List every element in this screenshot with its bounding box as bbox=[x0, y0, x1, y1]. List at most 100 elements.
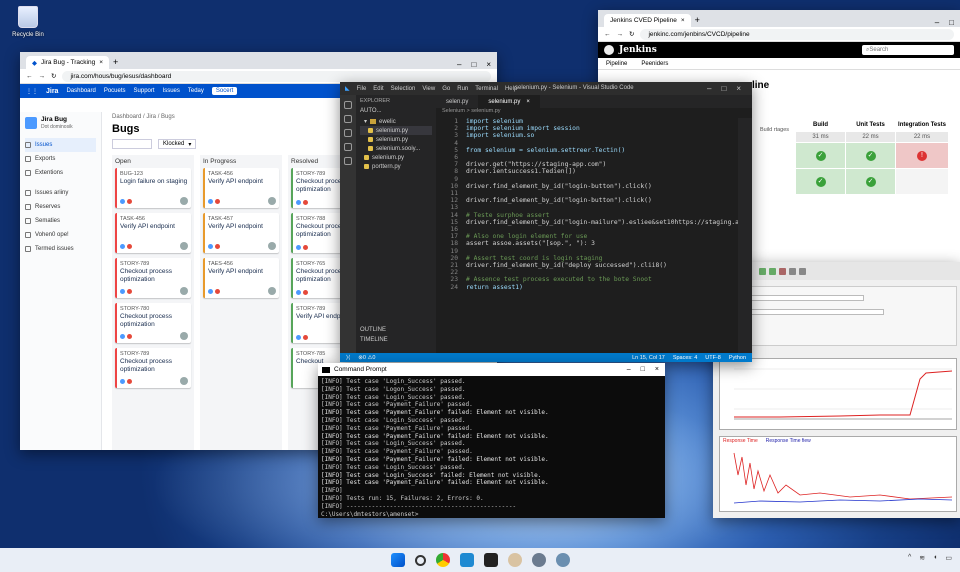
board-search-input[interactable] bbox=[112, 139, 152, 149]
forward-icon[interactable]: → bbox=[39, 73, 46, 80]
maximize-icon[interactable]: □ bbox=[641, 366, 645, 373]
menu-run[interactable]: Run bbox=[457, 86, 468, 92]
menu-terminal[interactable]: Terminal bbox=[475, 86, 498, 92]
crumb-peeniders[interactable]: Peeniders bbox=[641, 61, 668, 67]
play-icon[interactable] bbox=[769, 267, 776, 275]
sidebar-item-reserves[interactable]: Reserves bbox=[25, 200, 96, 214]
stage-cell[interactable]: ✓ bbox=[846, 142, 895, 168]
file-item[interactable]: selenium.py bbox=[360, 126, 432, 135]
reload-icon[interactable]: ↻ bbox=[51, 72, 56, 80]
stage-cell-failed[interactable]: ! bbox=[896, 142, 948, 168]
crumb-pipeline[interactable]: Pipeline bbox=[606, 61, 627, 67]
start-icon[interactable] bbox=[390, 553, 405, 567]
reload-icon[interactable]: ↻ bbox=[629, 30, 634, 38]
sidebar-item-issues-ariiny[interactable]: Issues ariiny bbox=[25, 186, 96, 200]
sidebar-item-issues[interactable]: Issues bbox=[25, 138, 96, 152]
nav-dashboard[interactable]: Dashboard bbox=[66, 88, 95, 94]
explorer-icon[interactable] bbox=[344, 101, 352, 109]
issue-card[interactable]: BUG-123 Login failure on staging bbox=[115, 168, 191, 208]
encoding[interactable]: UTF-8 bbox=[705, 355, 721, 361]
menu-view[interactable]: View bbox=[422, 86, 435, 92]
volume-icon[interactable]: ◖ bbox=[933, 554, 937, 562]
url-field[interactable]: jira.com/hous/bug/iesus/dashboard bbox=[62, 70, 491, 82]
minimize-icon[interactable]: – bbox=[935, 18, 939, 27]
filter-select[interactable]: Klocked ▾ bbox=[158, 139, 197, 149]
issue-card[interactable]: TASK-456 Verify API endpoint bbox=[115, 213, 191, 253]
jenkins-search-input[interactable]: ⌕ Search bbox=[862, 45, 954, 55]
editor-tab[interactable]: selen.py bbox=[436, 95, 478, 108]
new-tab-icon[interactable]: + bbox=[695, 15, 700, 25]
outline-section[interactable]: OUTLINE bbox=[360, 327, 386, 333]
recycle-bin[interactable]: Recycle Bin bbox=[4, 6, 52, 38]
minimize-icon[interactable]: – bbox=[707, 84, 711, 93]
jenkins-icon[interactable] bbox=[507, 553, 522, 567]
issue-card[interactable]: TASK-457 Verify API endpoint bbox=[203, 213, 279, 253]
sidebar-item-sematies[interactable]: Sematies bbox=[25, 214, 96, 228]
wifi-icon[interactable]: ≋ bbox=[919, 554, 925, 562]
source-control-icon[interactable] bbox=[344, 129, 352, 137]
close-tab-icon[interactable]: × bbox=[99, 59, 103, 66]
tool-icon[interactable] bbox=[789, 267, 796, 275]
chrome-icon[interactable] bbox=[435, 553, 450, 567]
search-icon[interactable] bbox=[414, 554, 426, 566]
url-field[interactable]: jenkinc.com/jenbins/CVCD/pipeline bbox=[640, 28, 954, 40]
folder-item[interactable]: ▾ ewelic bbox=[360, 117, 432, 126]
nav-projects[interactable]: Pocuets bbox=[104, 88, 126, 94]
new-tab-icon[interactable]: + bbox=[113, 57, 118, 67]
menu-go[interactable]: Go bbox=[442, 86, 450, 92]
close-icon[interactable]: × bbox=[486, 60, 491, 69]
cmd-output[interactable]: [INFO] Test case 'Login_Success' passed.… bbox=[318, 376, 665, 518]
chevron-up-icon[interactable]: ^ bbox=[908, 554, 911, 562]
nav-support[interactable]: Support bbox=[134, 88, 155, 94]
vscode-icon[interactable] bbox=[459, 553, 474, 567]
browser-tab[interactable]: ◆ Jira Bug - Tracking × bbox=[26, 56, 109, 69]
search-icon[interactable] bbox=[344, 115, 352, 123]
close-icon[interactable]: × bbox=[736, 84, 741, 93]
stop-icon[interactable] bbox=[779, 267, 786, 275]
nav-teday[interactable]: Teday bbox=[188, 88, 204, 94]
menu-selection[interactable]: Selection bbox=[391, 86, 416, 92]
maximize-icon[interactable]: □ bbox=[949, 18, 954, 27]
close-tab-icon[interactable]: × bbox=[681, 17, 685, 24]
minimize-icon[interactable]: – bbox=[627, 366, 631, 373]
extensions-icon[interactable] bbox=[344, 157, 352, 165]
errors-icon[interactable]: ⊗0 ⚠0 bbox=[358, 355, 375, 361]
issue-card[interactable]: STORY-789 Checkout process optimization bbox=[115, 258, 191, 298]
sidebar-item-extentions[interactable]: Extentions bbox=[25, 166, 96, 180]
file-item[interactable]: selenium.py bbox=[360, 135, 432, 144]
explorer-root[interactable]: AUTO... bbox=[360, 108, 432, 117]
stage-cell[interactable]: ✓ bbox=[796, 168, 845, 194]
create-button[interactable]: Socert bbox=[211, 87, 238, 95]
indentation[interactable]: Spaces: 4 bbox=[673, 355, 697, 361]
back-icon[interactable]: ← bbox=[604, 31, 611, 38]
timeline-section[interactable]: TIMELINE bbox=[360, 337, 388, 343]
sidebar-item-vohen[interactable]: Vohen0 ope! bbox=[25, 228, 96, 242]
issue-card[interactable]: TASK-456 Verify API endpoint bbox=[203, 168, 279, 208]
issue-card[interactable]: TAES-456 Verify API endpoint bbox=[203, 258, 279, 298]
forward-icon[interactable]: → bbox=[617, 31, 624, 38]
menu-edit[interactable]: Edit bbox=[373, 86, 383, 92]
maximize-icon[interactable]: □ bbox=[721, 84, 726, 93]
battery-icon[interactable]: ▭ bbox=[945, 554, 952, 562]
jira-logo[interactable]: Jira bbox=[46, 88, 58, 95]
cursor-position[interactable]: Ln 15, Col 17 bbox=[632, 355, 665, 361]
minimap[interactable] bbox=[738, 118, 752, 353]
file-item[interactable]: porttern.py bbox=[360, 162, 432, 171]
browser-tab[interactable]: Jenkins CVED Pipeline × bbox=[604, 14, 691, 27]
app-icon[interactable] bbox=[555, 553, 570, 567]
terminal-icon[interactable] bbox=[483, 553, 498, 567]
stage-cell[interactable]: ✓ bbox=[796, 142, 845, 168]
sidebar-item-termed-issues[interactable]: Termed issues bbox=[25, 242, 96, 256]
editor-tab-active[interactable]: selenium.py × bbox=[478, 95, 540, 108]
menu-file[interactable]: File bbox=[357, 86, 367, 92]
sidebar-item-exports[interactable]: Exports bbox=[25, 152, 96, 166]
code-editor[interactable]: 1 import selenium 2 import selenium import … bbox=[436, 118, 746, 353]
back-icon[interactable]: ← bbox=[26, 73, 33, 80]
remote-icon[interactable]: ⟩⟨ bbox=[346, 355, 350, 361]
nav-issues[interactable]: Issues bbox=[163, 88, 180, 94]
issue-card[interactable]: STORY-789 Checkout process optimization bbox=[115, 348, 191, 388]
apps-grid-icon[interactable]: ⋮⋮ bbox=[26, 88, 38, 95]
close-icon[interactable]: × bbox=[655, 366, 659, 373]
minimize-icon[interactable]: – bbox=[457, 60, 461, 69]
tool-icon[interactable] bbox=[799, 267, 806, 275]
